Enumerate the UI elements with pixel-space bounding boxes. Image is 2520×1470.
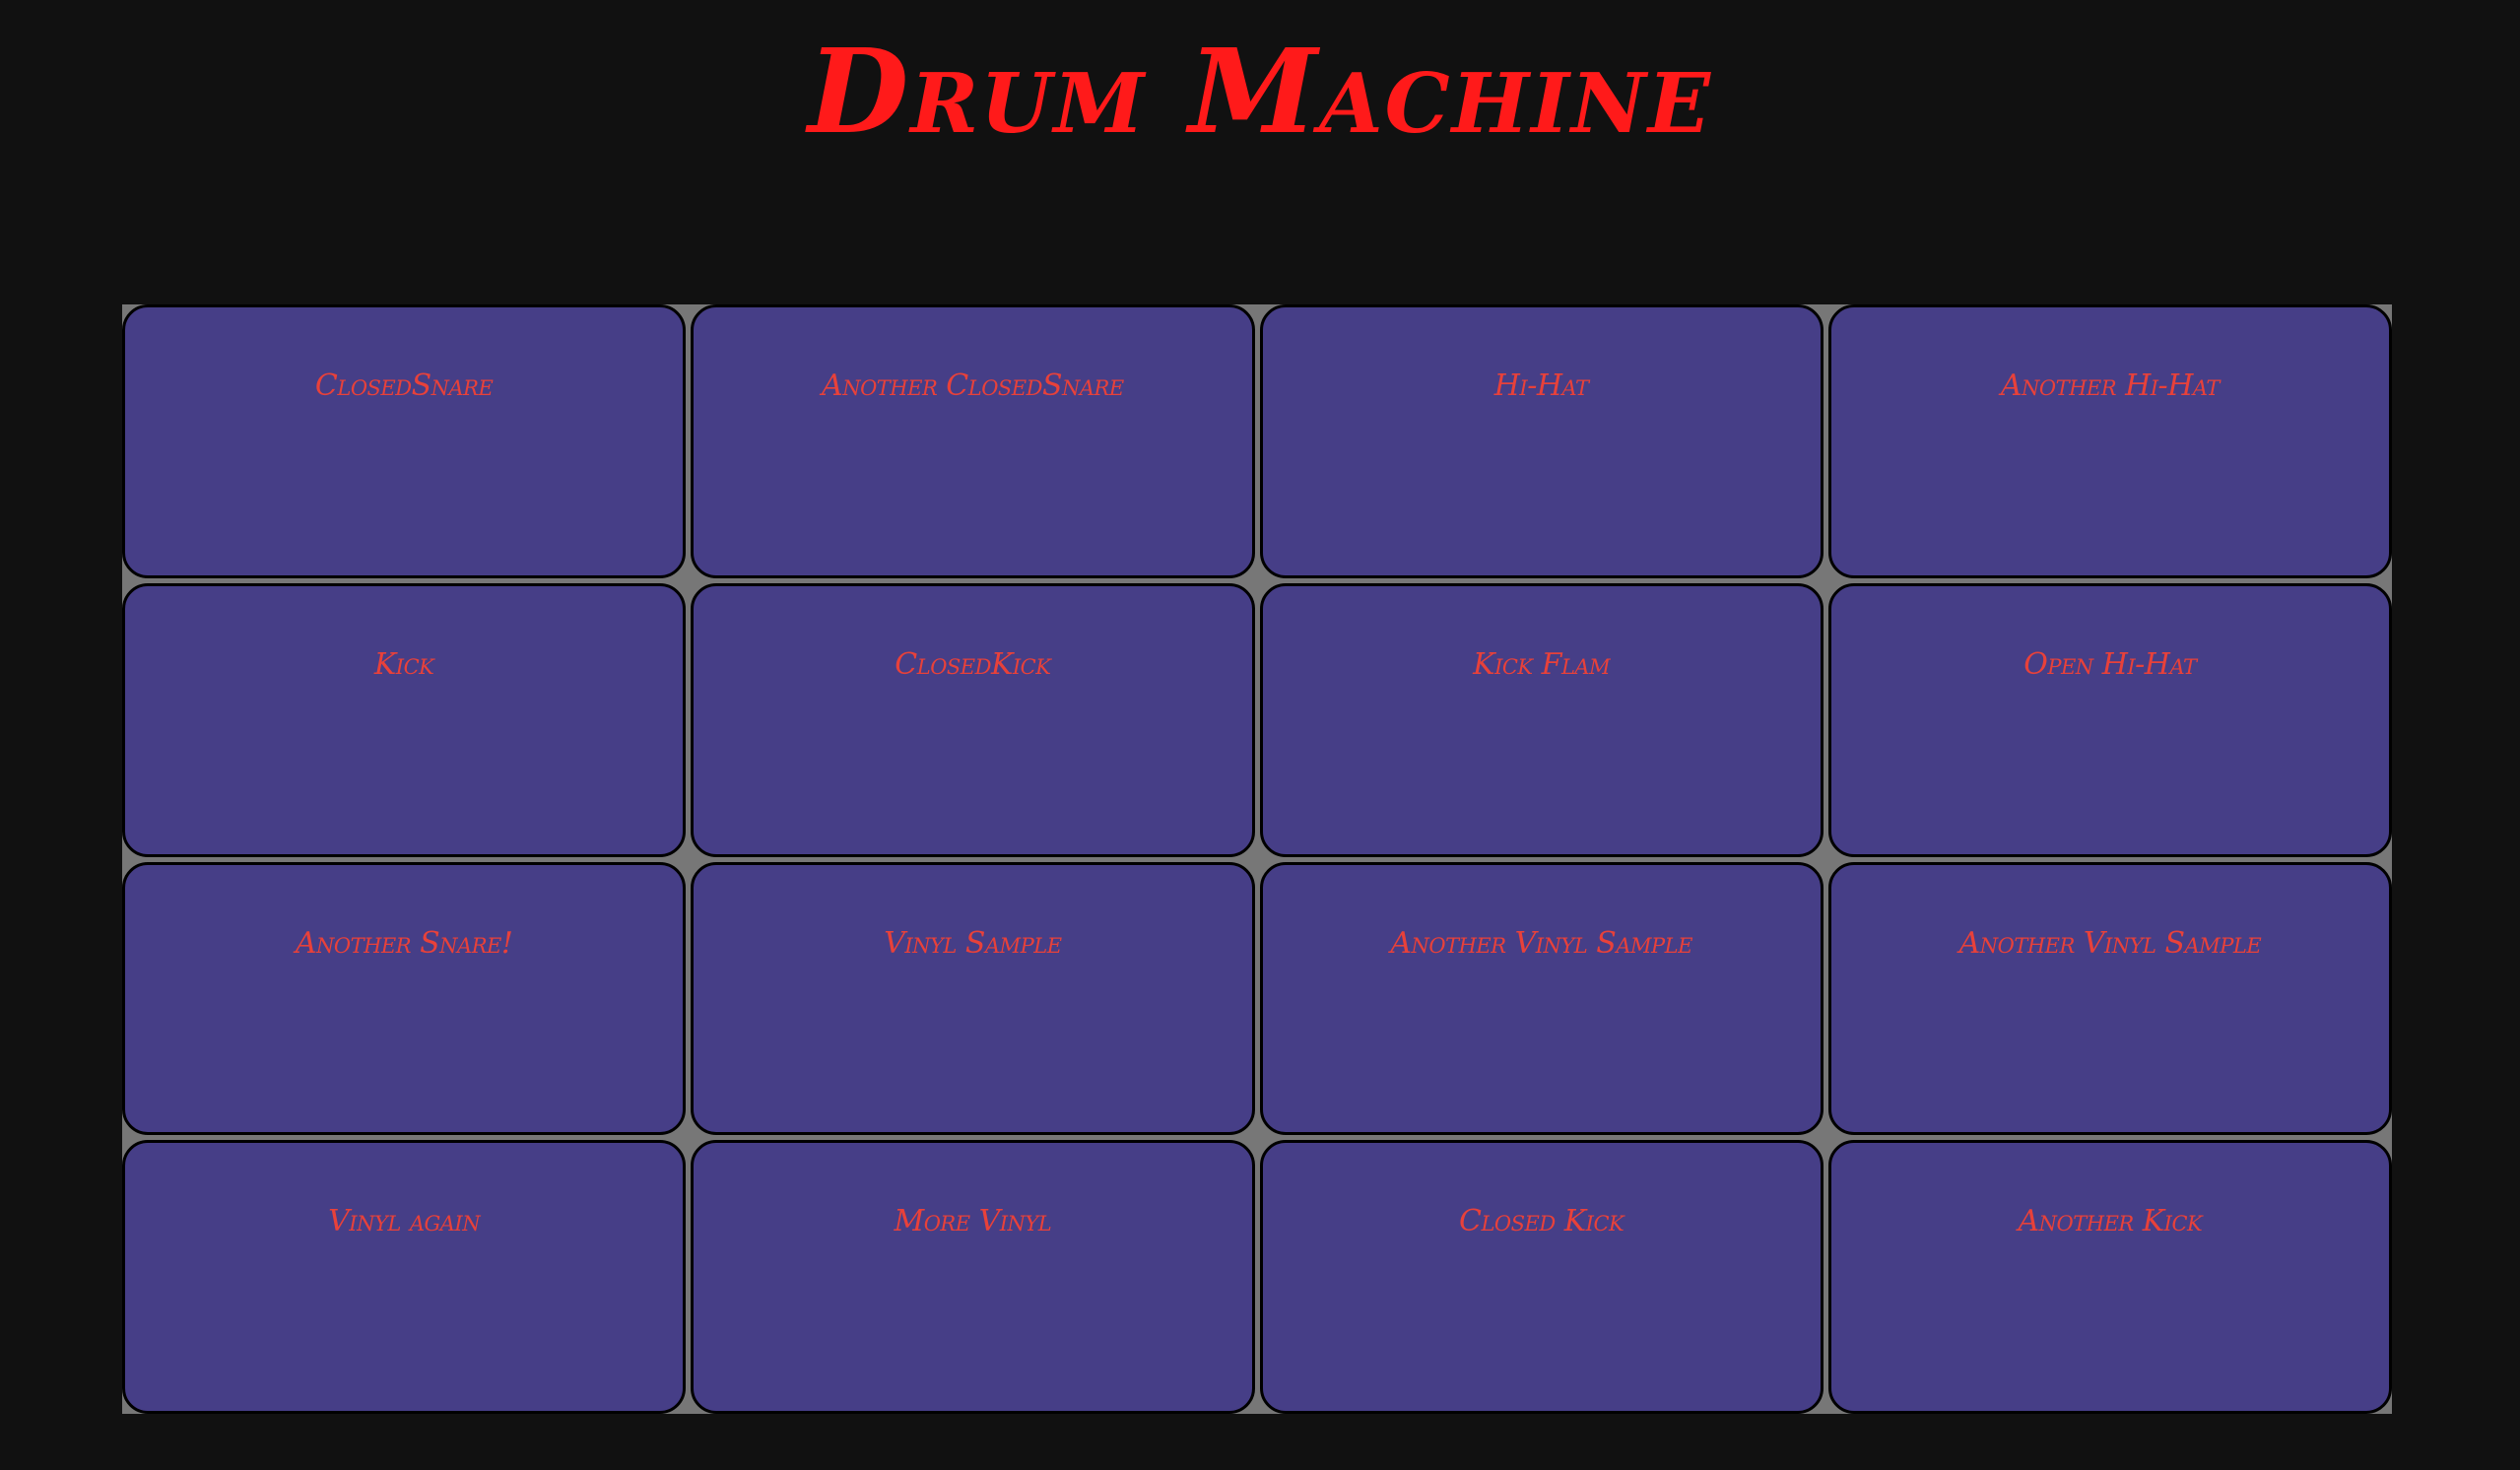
drum-pad-vinyl-sample[interactable]: Vinyl Sample [691,861,1255,1136]
drum-pad-label: Vinyl Sample [884,925,1062,961]
drum-pad-label: Hi-Hat [1493,368,1589,403]
drum-pad-open-hi-hat[interactable]: Open Hi-Hat [1827,582,2392,857]
drum-pad-closed-kick-2[interactable]: Closed Kick [1259,1140,1824,1414]
drum-pad-kick-flam[interactable]: Kick Flam [1259,582,1824,857]
drum-pad-kick[interactable]: Kick [122,582,687,857]
drum-pad-another-closed-snare[interactable]: Another ClosedSnare [691,304,1255,578]
drum-pad-grid: ClosedSnare Another ClosedSnare Hi-Hat A… [122,304,2392,1414]
drum-pad-label: ClosedSnare [314,368,494,403]
drum-pad-another-snare[interactable]: Another Snare! [122,861,687,1136]
page-title: Drum Machine [807,23,1713,160]
drum-pad-label: Vinyl again [328,1204,481,1239]
drum-pad-label: Another ClosedSnare [822,368,1124,403]
drum-pad-label: Another Vinyl Sample [1958,925,2262,961]
drum-pad-label: Another Hi-Hat [2000,368,2221,403]
drum-pad-more-vinyl[interactable]: More Vinyl [691,1140,1255,1414]
drum-pad-label: Another Snare! [295,925,513,961]
drum-pad-another-vinyl-sample-2[interactable]: Another Vinyl Sample [1827,861,2392,1136]
drum-pad-closed-snare[interactable]: ClosedSnare [122,304,687,578]
drum-pad-vinyl-again[interactable]: Vinyl again [122,1140,687,1414]
drum-pad-closed-kick[interactable]: ClosedKick [691,582,1255,857]
drum-pad-label: ClosedKick [895,646,1051,682]
drum-pad-another-vinyl-sample[interactable]: Another Vinyl Sample [1259,861,1824,1136]
drum-pad-label: Open Hi-Hat [2023,646,2197,682]
drum-pad-label: Another Vinyl Sample [1390,925,1692,961]
drum-pad-label: Kick [373,646,434,682]
drum-pad-label: Kick Flam [1473,646,1611,682]
drum-pad-another-hi-hat[interactable]: Another Hi-Hat [1827,304,2392,578]
drum-pad-label: Closed Kick [1459,1204,1625,1239]
drum-pad-hi-hat[interactable]: Hi-Hat [1259,304,1824,578]
drum-pad-label: More Vinyl [894,1204,1052,1239]
drum-pad-label: Another Kick [2018,1204,2203,1239]
drum-pad-another-kick[interactable]: Another Kick [1827,1140,2392,1414]
